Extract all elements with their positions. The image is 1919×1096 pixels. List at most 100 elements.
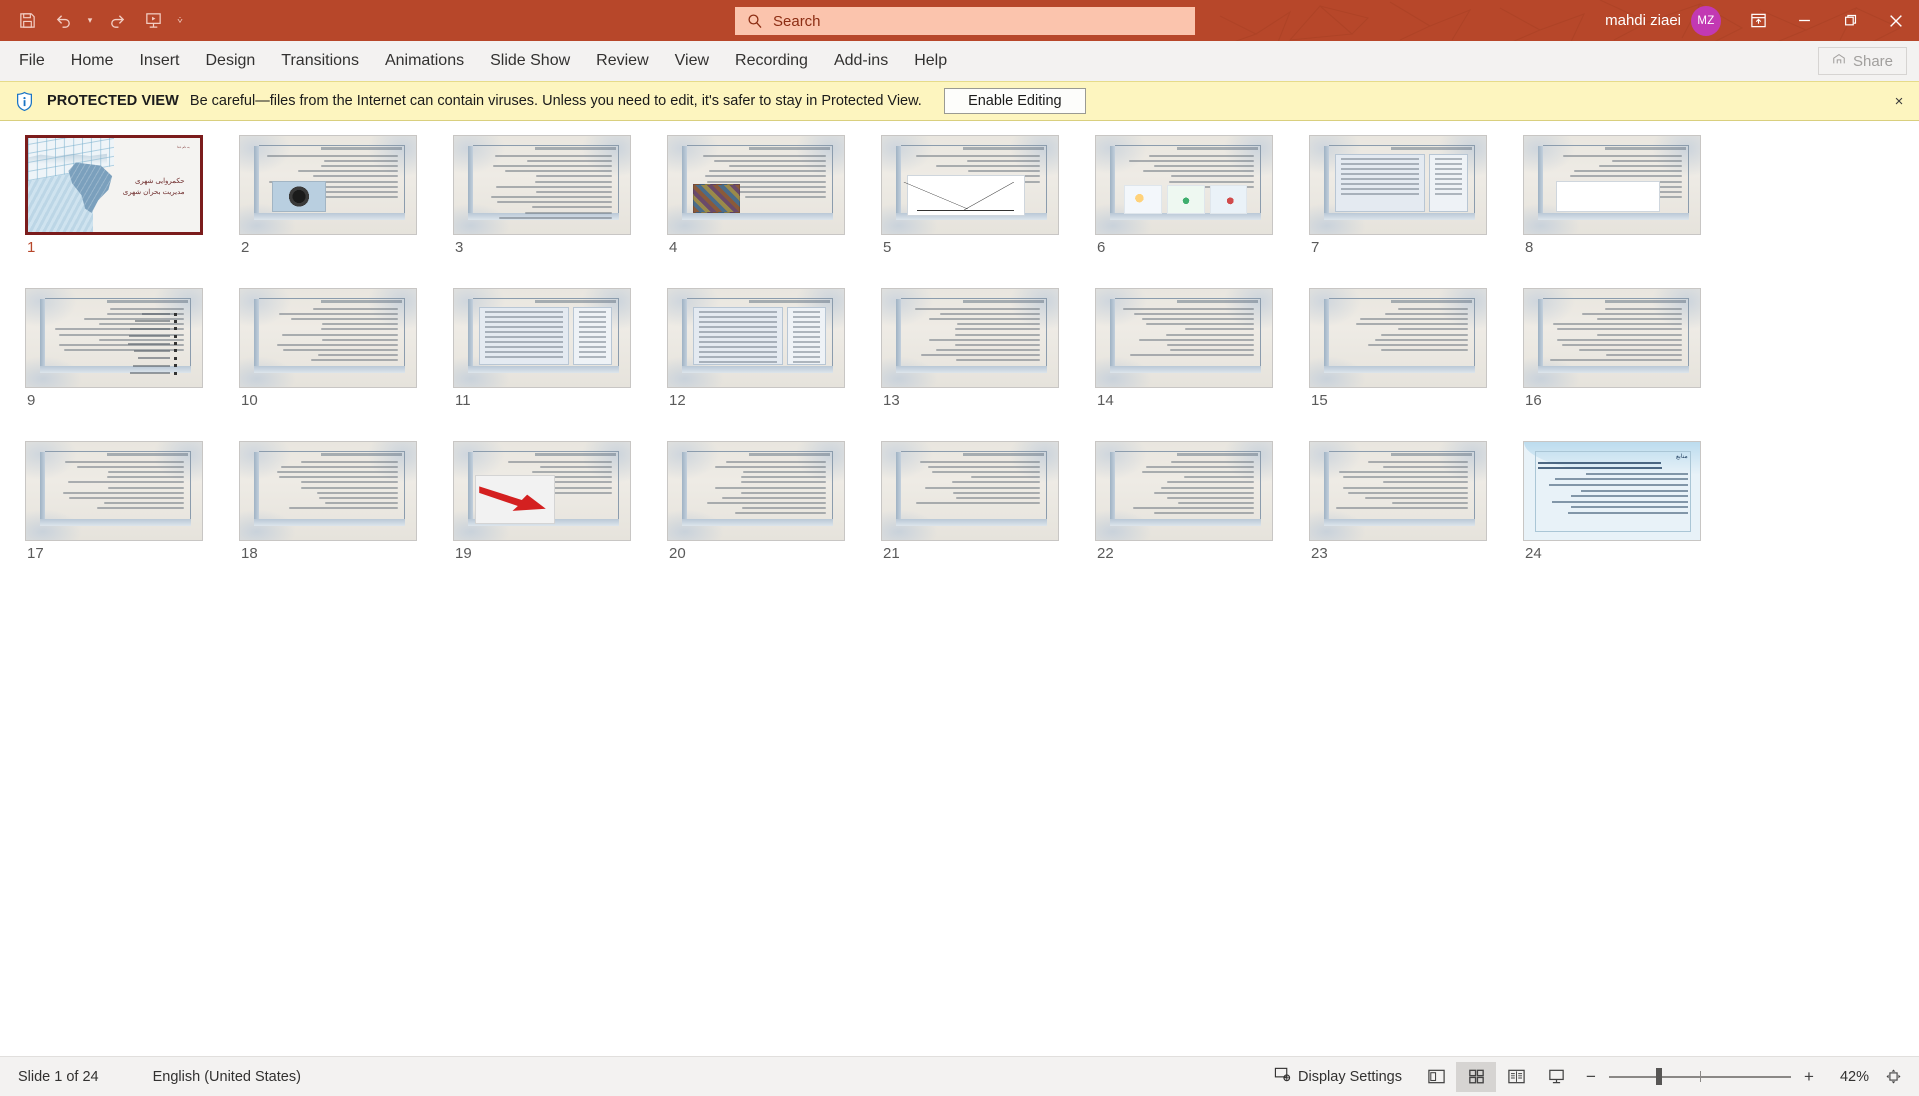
close-button[interactable]: [1873, 0, 1919, 41]
slide-thumbnail-image[interactable]: [453, 441, 631, 541]
slide-thumbnail-image[interactable]: [239, 135, 417, 235]
reading-view-button[interactable]: [1496, 1062, 1536, 1092]
zoom-level-label[interactable]: 42%: [1827, 1069, 1869, 1085]
zoom-control[interactable]: − + 42%: [1576, 1067, 1875, 1087]
enable-editing-button[interactable]: Enable Editing: [943, 88, 1086, 114]
tab-review[interactable]: Review: [583, 41, 661, 81]
zoom-out-button[interactable]: −: [1582, 1067, 1600, 1087]
slide-thumbnail-frame[interactable]: [1309, 135, 1487, 235]
undo-icon[interactable]: [46, 6, 80, 36]
slide-thumbnail-frame[interactable]: [1523, 288, 1701, 388]
slide-thumbnail-frame[interactable]: [1095, 441, 1273, 541]
slide-thumbnail-image[interactable]: [239, 441, 417, 541]
slide-thumbnail-image[interactable]: [1095, 288, 1273, 388]
slide-thumbnail-frame[interactable]: [1095, 135, 1273, 235]
tab-animations[interactable]: Animations: [372, 41, 477, 81]
slide-thumbnail-frame[interactable]: [881, 135, 1059, 235]
save-icon[interactable]: [10, 6, 44, 36]
slide-thumbnail-frame[interactable]: [453, 135, 631, 235]
slide-thumbnail-frame[interactable]: منابع: [1523, 441, 1701, 541]
slide-thumbnail-image[interactable]: [1523, 288, 1701, 388]
slide-thumbnail-frame[interactable]: [25, 441, 203, 541]
slide-sorter-pane[interactable]: به نام خدا حکمروایی شهری مدیریت بحران شه…: [0, 121, 1919, 1056]
share-button[interactable]: Share: [1817, 47, 1907, 75]
slide-thumbnail-frame[interactable]: [239, 441, 417, 541]
slide-thumbnail-4[interactable]: 4: [667, 135, 881, 266]
slide-thumbnail-frame[interactable]: [239, 288, 417, 388]
slide-thumbnail-15[interactable]: 15: [1309, 288, 1523, 419]
slide-indicator[interactable]: Slide 1 of 24: [18, 1069, 99, 1085]
slide-thumbnail-frame[interactable]: [667, 288, 845, 388]
slide-thumbnail-image[interactable]: [1095, 135, 1273, 235]
slide-thumbnail-1[interactable]: به نام خدا حکمروایی شهری مدیریت بحران شه…: [25, 135, 239, 266]
slide-thumbnail-image[interactable]: [1523, 135, 1701, 235]
slide-thumbnail-21[interactable]: 21: [881, 441, 1095, 572]
slide-thumbnail-image[interactable]: [1309, 288, 1487, 388]
slide-thumbnail-frame[interactable]: [453, 441, 631, 541]
account-name[interactable]: mahdi ziaei: [1605, 12, 1681, 29]
slide-thumbnail-frame[interactable]: [1309, 441, 1487, 541]
search-box[interactable]: Search: [735, 7, 1195, 35]
tab-transitions[interactable]: Transitions: [268, 41, 372, 81]
tab-recording[interactable]: Recording: [722, 41, 821, 81]
quick-access-toolbar[interactable]: ▾ ⩒: [0, 6, 188, 36]
slide-thumbnail-18[interactable]: 18: [239, 441, 453, 572]
slide-thumbnail-image[interactable]: [453, 135, 631, 235]
ribbon-display-options-icon[interactable]: [1735, 0, 1781, 41]
slide-thumbnail-12[interactable]: 12: [667, 288, 881, 419]
normal-view-button[interactable]: [1416, 1062, 1456, 1092]
slide-thumbnail-frame[interactable]: [25, 288, 203, 388]
tab-view[interactable]: View: [662, 41, 722, 81]
slide-thumbnail-image[interactable]: [881, 288, 1059, 388]
slide-thumbnail-10[interactable]: 10: [239, 288, 453, 419]
tab-insert[interactable]: Insert: [126, 41, 192, 81]
slide-thumbnail-11[interactable]: 11: [453, 288, 667, 419]
slide-thumbnail-17[interactable]: 17: [25, 441, 239, 572]
zoom-slider-handle[interactable]: [1656, 1068, 1663, 1085]
language-indicator[interactable]: English (United States): [153, 1069, 301, 1085]
slide-thumbnail-2[interactable]: 2: [239, 135, 453, 266]
slide-thumbnail-5[interactable]: 5: [881, 135, 1095, 266]
start-presentation-icon[interactable]: [136, 6, 170, 36]
slide-thumbnail-frame[interactable]: [1095, 288, 1273, 388]
slide-thumbnail-frame[interactable]: [881, 441, 1059, 541]
slide-thumbnail-image[interactable]: [25, 288, 203, 388]
slide-thumbnail-image[interactable]: [881, 135, 1059, 235]
slide-thumbnail-6[interactable]: 6: [1095, 135, 1309, 266]
slide-thumbnail-frame[interactable]: [1523, 135, 1701, 235]
slide-thumbnail-image[interactable]: [667, 441, 845, 541]
zoom-slider[interactable]: [1609, 1068, 1791, 1085]
slide-thumbnail-image[interactable]: به نام خدا حکمروایی شهری مدیریت بحران شه…: [25, 135, 203, 235]
slide-thumbnail-24[interactable]: منابع 24: [1523, 441, 1737, 572]
slide-thumbnail-16[interactable]: 16: [1523, 288, 1737, 419]
slide-thumbnail-20[interactable]: 20: [667, 441, 881, 572]
slide-thumbnail-image[interactable]: [667, 288, 845, 388]
slide-thumbnail-image[interactable]: [239, 288, 417, 388]
tab-file[interactable]: File: [6, 41, 58, 81]
tab-help[interactable]: Help: [901, 41, 960, 81]
avatar[interactable]: MZ: [1691, 5, 1721, 36]
tab-slide-show[interactable]: Slide Show: [477, 41, 583, 81]
tab-home[interactable]: Home: [58, 41, 127, 81]
slide-thumbnail-image[interactable]: [1309, 135, 1487, 235]
slide-thumbnail-image[interactable]: [881, 441, 1059, 541]
slide-thumbnail-image[interactable]: [453, 288, 631, 388]
slide-thumbnail-13[interactable]: 13: [881, 288, 1095, 419]
customize-quick-access-toolbar-icon[interactable]: ⩒: [172, 6, 188, 36]
slide-thumbnail-19[interactable]: 19: [453, 441, 667, 572]
slide-thumbnail-14[interactable]: 14: [1095, 288, 1309, 419]
slide-thumbnail-frame[interactable]: به نام خدا حکمروایی شهری مدیریت بحران شه…: [25, 135, 203, 235]
slide-thumbnail-3[interactable]: 3: [453, 135, 667, 266]
tab-add-ins[interactable]: Add-ins: [821, 41, 901, 81]
redo-icon[interactable]: [100, 6, 134, 36]
display-settings-button[interactable]: Display Settings: [1260, 1066, 1416, 1087]
slide-thumbnail-7[interactable]: 7: [1309, 135, 1523, 266]
slide-thumbnail-frame[interactable]: [667, 441, 845, 541]
slide-show-button[interactable]: [1536, 1062, 1576, 1092]
tab-design[interactable]: Design: [192, 41, 268, 81]
slide-thumbnail-frame[interactable]: [239, 135, 417, 235]
slide-thumbnail-frame[interactable]: [667, 135, 845, 235]
slide-sorter-view-button[interactable]: [1456, 1061, 1496, 1092]
slide-thumbnail-9[interactable]: 9: [25, 288, 239, 419]
slide-thumbnail-image[interactable]: [667, 135, 845, 235]
